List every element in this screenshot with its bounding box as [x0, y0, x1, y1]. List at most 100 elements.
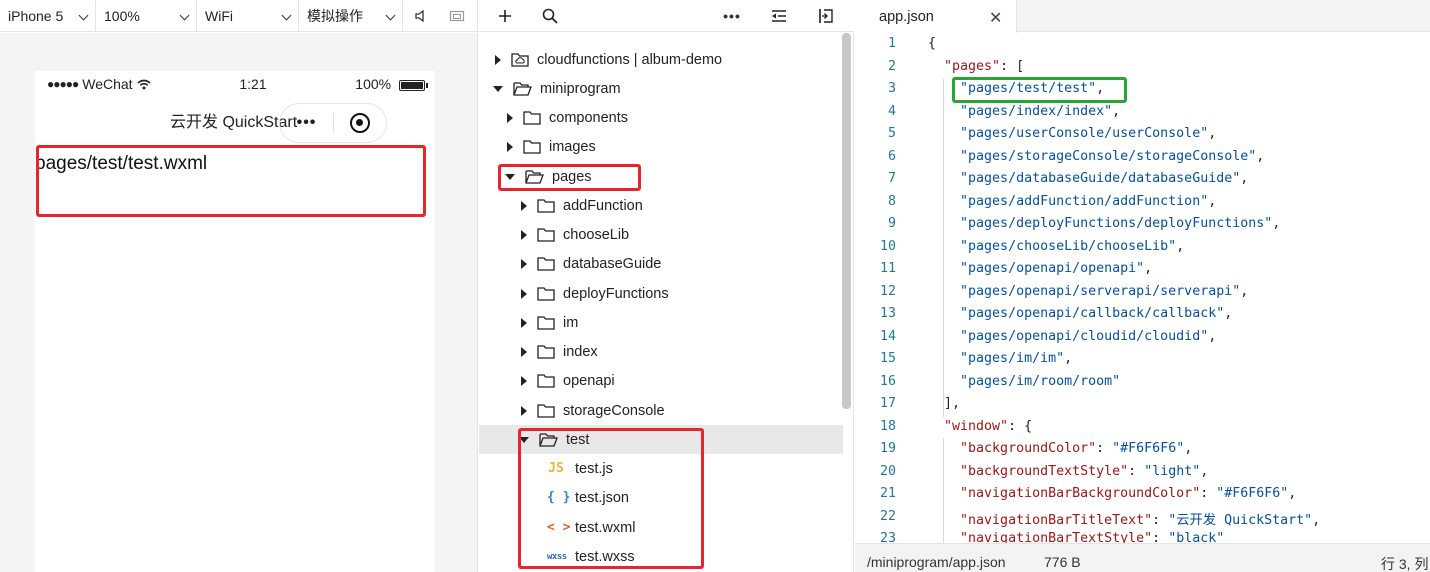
- time-label: 1:21: [239, 76, 267, 92]
- line-number: 20: [879, 463, 896, 479]
- line-number: 22: [879, 508, 896, 524]
- expand-arrow-icon: [521, 317, 527, 328]
- expand-arrow-icon: [521, 405, 527, 416]
- more-icon[interactable]: •••: [280, 114, 333, 132]
- battery-label: 100%: [355, 76, 392, 92]
- navigation-title: 云开发 QuickStart: [170, 114, 298, 131]
- toggle-panel-button[interactable]: [811, 0, 841, 32]
- line-number: 13: [879, 306, 896, 321]
- code-line: "pages/storageConsole/storageConsole",: [960, 148, 1265, 164]
- more-actions-button[interactable]: •••: [717, 0, 747, 32]
- line-number: 9: [887, 216, 896, 231]
- expand-arrow-icon: [521, 346, 527, 357]
- highlight-page-text: [36, 145, 426, 217]
- tree-item-deployfunctions[interactable]: deployFunctions: [519, 279, 669, 308]
- expand-arrow-icon: [521, 200, 527, 211]
- folder-icon: [537, 316, 555, 330]
- tree-item-chooselib[interactable]: chooseLib: [519, 220, 629, 249]
- code-line: "pages/im/room/room": [960, 373, 1121, 389]
- code-line: "pages/openapi/openapi",: [960, 261, 1153, 276]
- network-select-value: WiFi: [205, 7, 233, 24]
- add-file-button[interactable]: [490, 0, 520, 32]
- code-line: "pages/openapi/serverapi/serverapi",: [960, 283, 1249, 299]
- tree-item-label: databaseGuide: [563, 255, 662, 272]
- tree-item-addfunction[interactable]: addFunction: [519, 191, 643, 220]
- chevron-down-icon: [78, 10, 89, 20]
- line-number: 19: [879, 441, 896, 456]
- search-button[interactable]: [535, 0, 565, 32]
- simulator-area: ●●●●● WeChat 1:21 100% 云开发 QuickStart pa…: [0, 33, 478, 572]
- line-number: 18: [879, 418, 896, 434]
- code-line: "navigationBarTextStyle": "black": [960, 531, 1225, 543]
- code-line: "pages/openapi/cloudid/cloudid",: [960, 328, 1217, 344]
- folder-icon: [537, 257, 555, 271]
- operations-select-value: 模拟操作: [307, 7, 363, 24]
- explorer-scrollbar[interactable]: [842, 33, 851, 409]
- expand-arrow-icon: [495, 54, 501, 65]
- collapse-button[interactable]: [764, 0, 794, 32]
- network-select[interactable]: WiFi: [197, 0, 299, 32]
- code-line: "navigationBarBackgroundColor": "#F6F6F6…: [960, 486, 1297, 501]
- chevron-down-icon: [385, 10, 396, 20]
- mute-button[interactable]: [403, 0, 439, 32]
- search-icon: [542, 8, 558, 24]
- device-select[interactable]: iPhone 5: [0, 0, 96, 32]
- code-line: "pages/databaseGuide/databaseGuide",: [960, 171, 1249, 186]
- tree-item-components[interactable]: components: [505, 103, 628, 132]
- signal-icon: ●●●●●: [47, 77, 79, 91]
- folder-icon: [537, 199, 555, 213]
- line-number: 14: [879, 328, 896, 344]
- line-number: 17: [879, 396, 896, 411]
- tree-item-label: images: [549, 138, 596, 155]
- folder-icon: [537, 228, 555, 242]
- tree-item-label: addFunction: [563, 197, 643, 214]
- code-line: "pages": [: [944, 58, 1025, 74]
- code-line: "pages/index/index",: [960, 103, 1121, 119]
- cloud-folder-icon: [511, 53, 529, 67]
- line-number: 21: [879, 486, 896, 501]
- folder-icon: [537, 345, 555, 359]
- tree-item-label: miniprogram: [540, 80, 621, 97]
- close-miniprogram-button[interactable]: [334, 113, 386, 133]
- tree-item-label: cloudfunctions | album-demo: [537, 51, 723, 68]
- tree-item-label: components: [549, 109, 628, 126]
- tree-item-label: deployFunctions: [563, 285, 669, 302]
- code-line: "pages/userConsole/userConsole",: [960, 126, 1217, 141]
- code-line: "pages/addFunction/addFunction",: [960, 193, 1217, 209]
- folder-icon: [523, 111, 541, 125]
- tab-label: app.json: [879, 8, 934, 25]
- detach-window-button[interactable]: [439, 0, 475, 32]
- zoom-select[interactable]: 100%: [96, 0, 197, 32]
- outdent-icon: [772, 10, 786, 22]
- tree-item-storageconsole[interactable]: storageConsole: [519, 396, 665, 425]
- tab-app-json[interactable]: app.json ✕: [855, 0, 1017, 33]
- highlight-pages-folder: [498, 164, 641, 191]
- code-line: "window": {: [944, 418, 1033, 434]
- tree-item-databaseguide[interactable]: databaseGuide: [519, 249, 661, 278]
- line-number: 23: [879, 531, 896, 543]
- tree-item-cloudfunctions[interactable]: cloudfunctions | album-demo: [493, 45, 722, 74]
- line-number: 2: [887, 58, 896, 74]
- chevron-down-icon: [281, 10, 292, 20]
- tree-item-index[interactable]: index: [519, 337, 598, 366]
- line-number: 8: [887, 193, 896, 209]
- code-line: "pages/deployFunctions/deployFunctions",: [960, 216, 1281, 231]
- expand-arrow-icon: [507, 141, 513, 152]
- line-number: 7: [887, 171, 896, 186]
- operations-select[interactable]: 模拟操作: [299, 0, 403, 32]
- tree-item-miniprogram[interactable]: miniprogram: [493, 74, 621, 103]
- close-icon[interactable]: ✕: [989, 8, 1002, 28]
- line-number: 1: [887, 36, 896, 51]
- speaker-icon: [415, 9, 424, 22]
- wifi-icon: [137, 79, 151, 89]
- code-line: "backgroundColor": "#F6F6F6",: [960, 441, 1193, 456]
- tree-item-openapi[interactable]: openapi: [519, 366, 615, 395]
- expand-arrow-icon: [521, 375, 527, 386]
- code-line: "pages/openapi/callback/callback",: [960, 306, 1233, 321]
- capsule-menu: •••: [279, 103, 387, 143]
- tree-item-im[interactable]: im: [519, 308, 578, 337]
- folder-icon: [537, 374, 555, 388]
- tree-item-images[interactable]: images: [505, 132, 596, 161]
- code-editor[interactable]: 1{2 "pages": [3 "pages/test/test", 4 "pag…: [855, 33, 1430, 543]
- cursor-position[interactable]: 行 3, 列: [1381, 554, 1428, 572]
